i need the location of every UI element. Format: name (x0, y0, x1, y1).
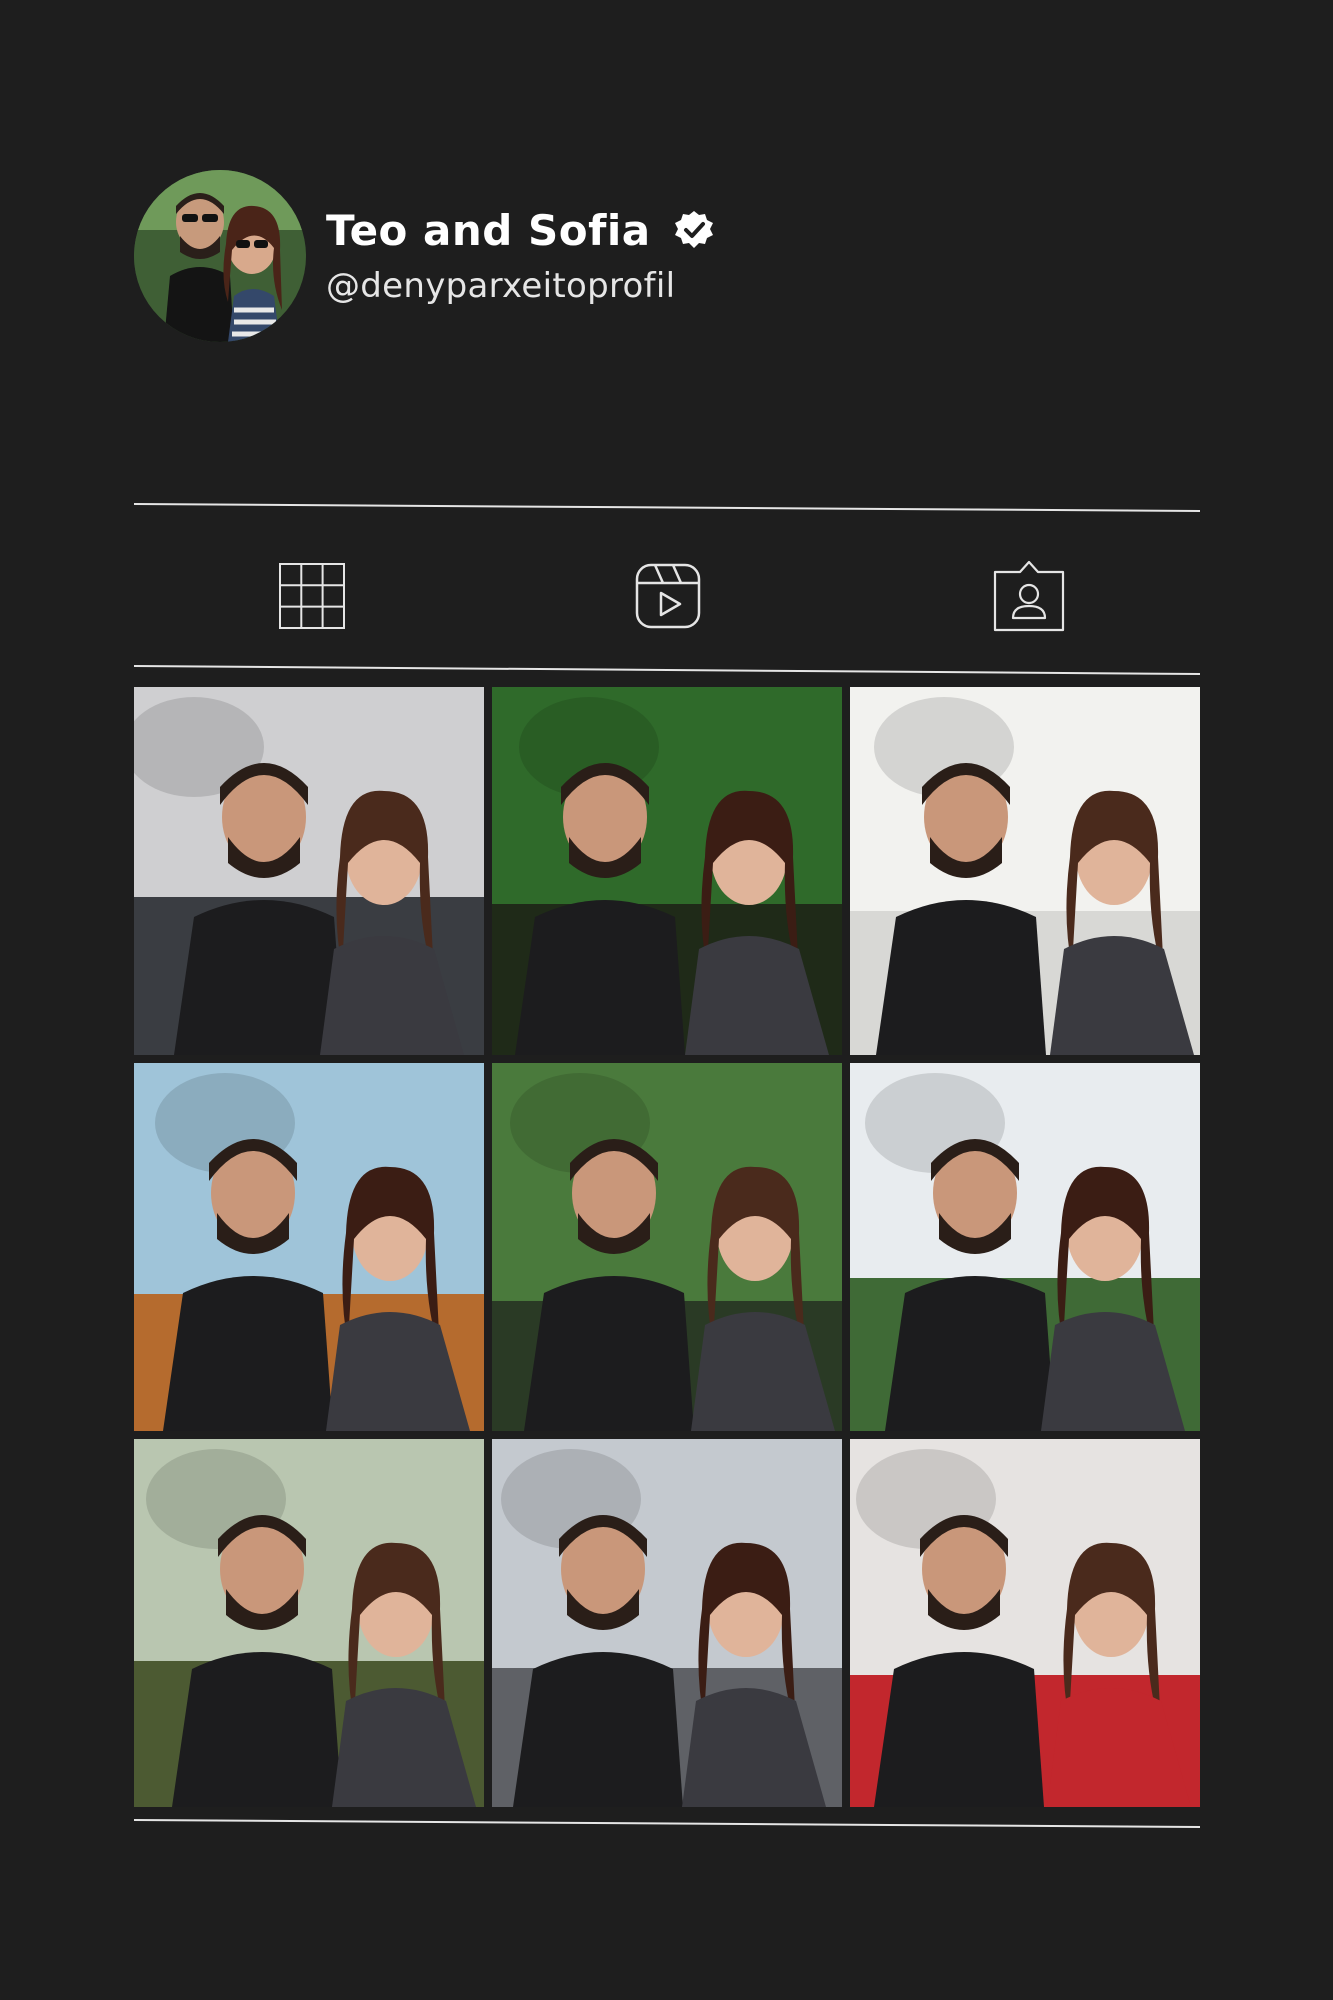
display-name: Teo and Sofia (326, 205, 651, 255)
photo-tile[interactable] (134, 1063, 484, 1431)
verified-badge-icon (673, 209, 715, 251)
couple-photo-icon (850, 687, 1200, 1055)
couple-photo-icon (492, 687, 842, 1055)
profile-tab-bar (134, 520, 1200, 660)
photo-tile[interactable] (492, 1063, 842, 1431)
couple-photo-icon (134, 1063, 484, 1431)
name-row: Teo and Sofia (326, 200, 715, 260)
couple-photo-icon (850, 1063, 1200, 1431)
photo-tile[interactable] (850, 687, 1200, 1055)
username[interactable]: @denyparxeitoprofil (326, 266, 675, 306)
grid-icon (279, 563, 345, 629)
couple-photo-icon (134, 687, 484, 1055)
reels-icon (635, 563, 701, 629)
tab-reels[interactable] (630, 558, 706, 634)
photo-tile[interactable] (492, 1439, 842, 1807)
profile-header: Teo and Sofia @denyparxeitoprofil (134, 170, 1200, 350)
tagged-user-icon (993, 560, 1065, 632)
photo-grid (134, 687, 1200, 1807)
photo-tile[interactable] (850, 1439, 1200, 1807)
tab-grid[interactable] (274, 558, 350, 634)
photo-tile[interactable] (492, 687, 842, 1055)
couple-photo-icon (492, 1439, 842, 1807)
photo-tile[interactable] (134, 687, 484, 1055)
profile-avatar[interactable] (134, 170, 306, 342)
tab-tagged[interactable] (991, 558, 1067, 634)
couple-photo-icon (850, 1439, 1200, 1807)
couple-photo-avatar-icon (134, 170, 306, 342)
photo-tile[interactable] (850, 1063, 1200, 1431)
couple-photo-icon (134, 1439, 484, 1807)
couple-photo-icon (492, 1063, 842, 1431)
photo-tile[interactable] (134, 1439, 484, 1807)
